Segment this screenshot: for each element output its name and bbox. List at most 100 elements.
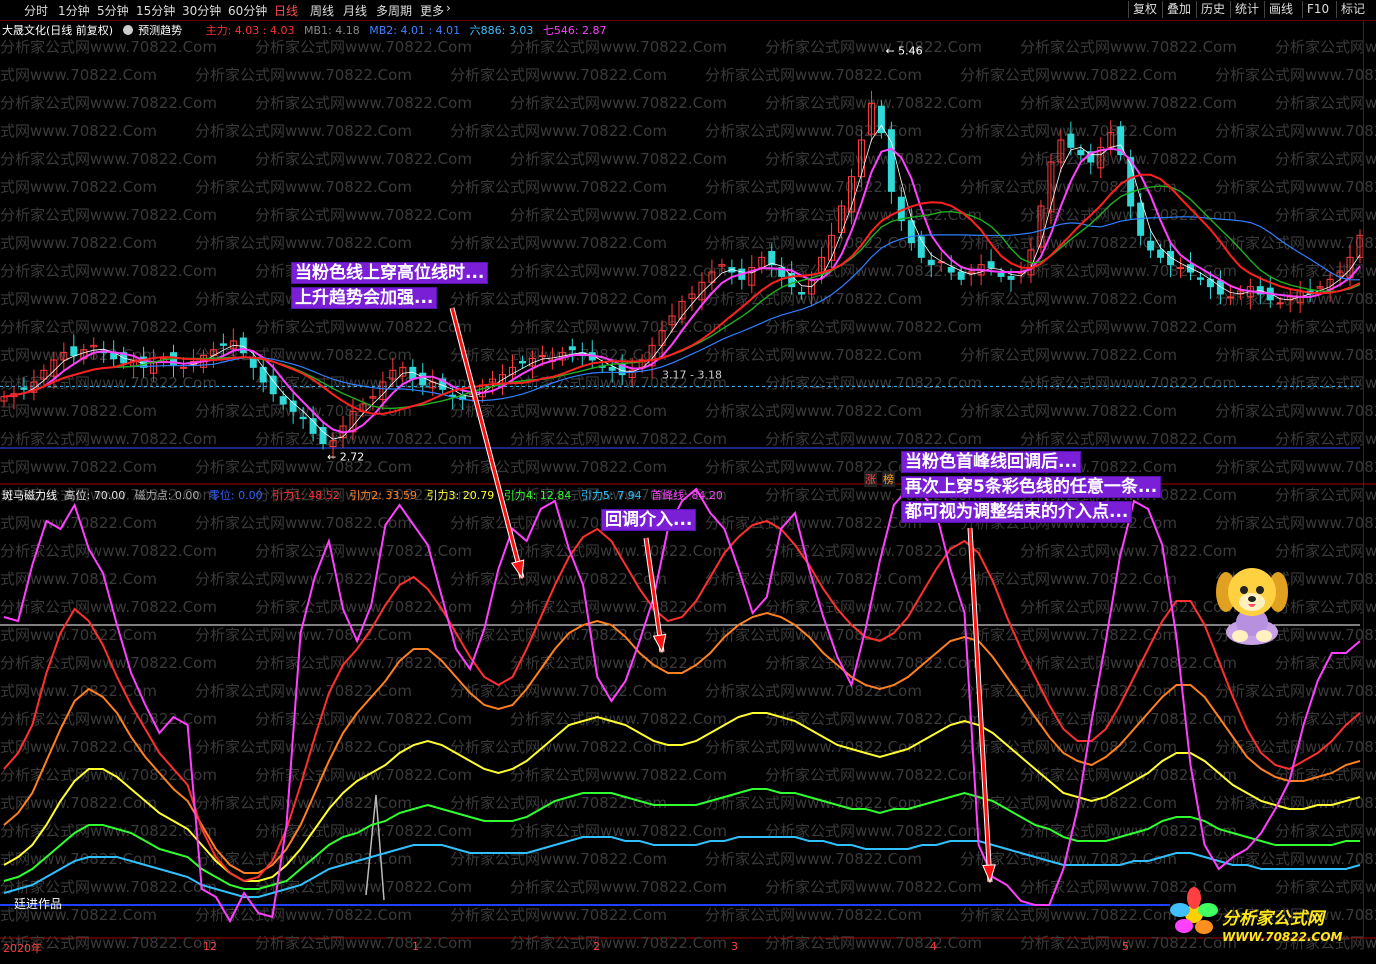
watermark-text: 分析家公式网www.70822.Com: [510, 766, 727, 784]
candle-body: [1077, 149, 1085, 156]
watermark-text: 分析家公式网www.70822.Com: [1275, 430, 1376, 448]
x-label-2020: 2020年: [3, 942, 42, 955]
watermark-text: 分析家公式网www.70822.Com: [510, 318, 727, 336]
watermark-text: 分析家公式网www.70822.Com: [1020, 94, 1237, 112]
ma-white-line: [3, 124, 1361, 440]
watermark-text: 分析家公式网www.70822.Com: [0, 458, 157, 476]
watermark-text: 分析家公式网www.70822.Com: [1215, 458, 1376, 476]
watermark-text: 分析家公式网www.70822.Com: [1215, 514, 1376, 532]
watermark-text: 分析家公式网www.70822.Com: [1215, 346, 1376, 364]
watermark-text: 分析家公式网www.70822.Com: [765, 766, 982, 784]
watermark-text: 分析家公式网www.70822.Com: [765, 878, 982, 896]
predict-trend-label[interactable]: 预测趋势: [138, 24, 182, 37]
badge-zhang[interactable]: 涨: [864, 471, 877, 487]
candle-body: [1067, 133, 1075, 148]
watermark-text: 分析家公式网www.70822.Com: [960, 794, 1177, 812]
watermark-text: 分析家公式网www.70822.Com: [705, 402, 922, 420]
watermark-text: 分析家公式网www.70822.Com: [510, 262, 727, 280]
watermark-text: 分析家公式网www.70822.Com: [0, 290, 157, 308]
watermark-text: 分析家公式网www.70822.Com: [195, 178, 412, 196]
watermark-text: 分析家公式网www.70822.Com: [960, 906, 1177, 924]
candle-body: [20, 387, 28, 390]
x-label-feb: 2: [593, 940, 600, 953]
watermark-text: 分析家公式网www.70822.Com: [0, 206, 217, 224]
watermark-text: 分析家公式网www.70822.Com: [255, 934, 472, 952]
candle-body: [419, 372, 427, 386]
bottom-legend: 斑马磁力线 高位: 70.00 磁力点: 0.00 零位: 0.00 引力1: …: [2, 487, 729, 503]
chart-canvas: 分析家公式网www.70822.Com 分析家公式网www.70822.Com 分析…: [0, 38, 1376, 952]
watermark-text: 分析家公式网www.70822.Com: [195, 794, 412, 812]
watermark-text: 分析家公式网www.70822.Com: [0, 234, 157, 252]
badge-bang[interactable]: 榜: [882, 471, 895, 487]
candle-body: [1157, 249, 1165, 258]
candle-body: [1196, 277, 1204, 280]
candle-body: [239, 337, 247, 354]
watermark-text: 分析家公式网www.70822.Com: [0, 262, 217, 280]
watermark-text: 分析家公式网www.70822.Com: [1020, 766, 1237, 784]
watermark-text: 分析家公式网www.70822.Com: [510, 934, 727, 952]
watermark-text: 分析家公式网www.70822.Com: [195, 626, 412, 644]
legend-yinli1: 引力1: 48.52: [272, 489, 340, 502]
candle-body: [538, 355, 546, 358]
candle-body: [768, 250, 776, 266]
watermark-text: 分析家公式网www.70822.Com: [0, 178, 157, 196]
watermark-text: 分析家公式网www.70822.Com: [705, 850, 922, 868]
watermark-text: 分析家公式网www.70822.Com: [705, 346, 922, 364]
watermark-text: 分析家公式网www.70822.Com: [1020, 598, 1237, 616]
legend-seven: 七546: 2.87: [542, 24, 607, 37]
legend-yinli4: 引力4: 12.84: [503, 489, 572, 502]
watermark-text: 分析家公式网www.70822.Com: [195, 122, 412, 140]
watermark-text: 分析家公式网www.70822.Com: [195, 66, 412, 84]
watermark-text: 分析家公式网www.70822.Com: [705, 906, 922, 924]
watermark-text: 分析家公式网www.70822.Com: [1215, 682, 1376, 700]
watermark-text: 分析家公式网www.70822.Com: [510, 878, 727, 896]
watermark-text: 分析家公式网www.70822.Com: [510, 710, 727, 728]
right-axis-divider: [1363, 21, 1364, 941]
stock-name: 大晟文化(日线 前复权): [2, 24, 114, 37]
candle-body: [1226, 296, 1234, 299]
watermark-text: 分析家公式网www.70822.Com: [1275, 486, 1376, 504]
watermark-text: 分析家公式网www.70822.Com: [450, 906, 667, 924]
x-label-may: 5: [1122, 940, 1129, 953]
watermark-text: 分析家公式网www.70822.Com: [1215, 178, 1376, 196]
predict-icon[interactable]: [122, 25, 133, 35]
watermark-text: 分析家公式网www.70822.Com: [510, 150, 727, 168]
watermark-text: 分析家公式网www.70822.Com: [0, 66, 157, 84]
candle-body: [70, 346, 78, 357]
watermark-text: 分析家公式网www.70822.Com: [450, 794, 667, 812]
x-label-dec: 12: [203, 940, 217, 953]
annotation-pullback: 回调介入...: [602, 508, 696, 533]
legend-cilidian: 磁力点: 0.00: [134, 489, 200, 502]
watermark-text: 分析家公式网www.70822.Com: [510, 822, 727, 840]
arrow-entry-head: [982, 864, 996, 884]
watermark-text: 分析家公式网www.70822.Com: [255, 654, 472, 672]
candle-body: [1147, 240, 1155, 251]
watermark-text: 分析家公式网www.70822.Com: [1215, 122, 1376, 140]
watermark-text: 分析家公式网www.70822.Com: [195, 570, 412, 588]
watermark-text: 分析家公式网www.70822.Com: [960, 626, 1177, 644]
watermark-text: 分析家公式网www.70822.Com: [195, 514, 412, 532]
candle-body: [1177, 267, 1185, 270]
watermark-text: 分析家公式网www.70822.Com: [0, 542, 217, 560]
watermark-text: 分析家公式网www.70822.Com: [0, 94, 217, 112]
watermark-text: 分析家公式网www.70822.Com: [0, 402, 157, 420]
watermark-text: 分析家公式网www.70822.Com: [510, 542, 727, 560]
watermark-text: 分析家公式网www.70822.Com: [765, 654, 982, 672]
watermark-text: 分析家公式网www.70822.Com: [1275, 262, 1376, 280]
watermark-text: 分析家公式网www.70822.Com: [0, 38, 217, 56]
watermark-text: 分析家公式网www.70822.Com: [255, 150, 472, 168]
watermark-text: 分析家公式网www.70822.Com: [195, 234, 412, 252]
candle-body: [947, 267, 955, 273]
candle-body: [907, 220, 915, 244]
watermark-text: 分析家公式网www.70822.Com: [765, 318, 982, 336]
candle-body: [608, 366, 616, 371]
watermark-text: 分析家公式网www.70822.Com: [450, 682, 667, 700]
candle-body: [568, 346, 576, 351]
annotation-entry-point: 当粉色首峰线回调后... 再次上穿5条彩色线的任意一条... 都可视为调整结束的…: [902, 450, 1161, 525]
low-price-label: ← 2.72: [327, 450, 364, 463]
legend-shoufeng: 首峰线: 84.20: [651, 489, 723, 502]
candle-body: [279, 396, 287, 405]
watermark-text: 分析家公式网www.70822.Com: [0, 150, 217, 168]
candle-body: [1007, 275, 1015, 280]
watermark-text: 分析家公式网www.70822.Com: [1275, 150, 1376, 168]
